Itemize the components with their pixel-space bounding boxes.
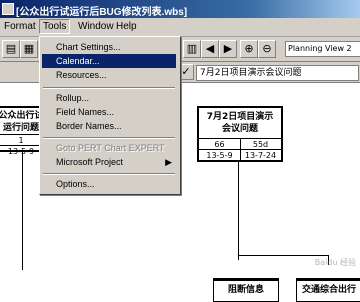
menu-item-label: Calendar... [56, 56, 100, 66]
node-center-title: 7月2日项目演示会议问题 [206, 112, 274, 134]
arrow-right-icon[interactable]: ▶ [219, 40, 237, 58]
node-center-start: 13-5-9 [199, 149, 241, 161]
submenu-arrow-icon: ▶ [165, 157, 172, 167]
node-center[interactable]: 7月2日项目演示会议问题 66 55d 13-5-9 13-7-24 [197, 106, 283, 162]
column-icon[interactable]: ▥ [183, 40, 201, 58]
menu-item-label: Chart Settings... [56, 42, 121, 52]
entry-field[interactable]: 7月2日项目演示会议问题 [196, 65, 359, 81]
connector-line [22, 150, 23, 270]
menu-item-chart-settings[interactable]: Chart Settings... [42, 40, 176, 54]
menu-item-label: Resources... [56, 70, 107, 80]
app-icon[interactable] [2, 3, 14, 15]
menu-item-field-names[interactable]: Field Names... [42, 105, 176, 119]
view-select[interactable]: Planning View 2 [285, 41, 360, 57]
menu-item-label: Options... [56, 179, 95, 189]
menu-separator [43, 137, 175, 139]
menu-item-rollup[interactable]: Rollup... [42, 91, 176, 105]
menu-item-label: Field Names... [56, 107, 115, 117]
menu-format[interactable]: Format [4, 21, 36, 32]
menu-item-label: Rollup... [56, 93, 90, 103]
title-bar: [公众出行试运行后BUG修改列表.wbs] [0, 0, 360, 18]
menu-item-options[interactable]: Options... [42, 177, 176, 191]
zoom-in-icon[interactable]: ⊕ [240, 40, 258, 58]
window-title: [公众出行试运行后BUG修改列表.wbs] [16, 7, 188, 18]
watermark: Baidu 经验 [314, 258, 356, 267]
menu-item-resources[interactable]: Resources... [42, 68, 176, 82]
menu-item-label: Goto PERT Chart EXPERT [56, 143, 165, 153]
menu-item-calendar[interactable]: Calendar... [42, 54, 176, 68]
zoom-out-icon[interactable]: ⊖ [258, 40, 276, 58]
menu-tools[interactable]: Tools [39, 19, 71, 34]
menu-item-border-names[interactable]: Border Names... [42, 119, 176, 133]
menu-separator [43, 87, 175, 89]
menu-item-microsoft-project[interactable]: Microsoft Project ▶ [42, 155, 176, 169]
node-left-title: 公众出行试运行问题 [0, 111, 44, 133]
print-icon[interactable]: ▤ [2, 40, 20, 58]
tools-menu: Chart Settings... Calendar... Resources.… [39, 36, 181, 195]
node-bottom-2[interactable]: 交通综合出行 [296, 278, 360, 302]
menu-item-goto-pert: Goto PERT Chart EXPERT [42, 141, 176, 155]
menu-window[interactable]: Window [78, 21, 114, 32]
menu-bar: Format Tools Window Help [0, 18, 360, 37]
node-center-finish: 13-7-24 [240, 149, 281, 161]
grid-icon[interactable]: ▦ [20, 40, 38, 58]
menu-separator [43, 173, 175, 175]
menu-help[interactable]: Help [116, 21, 137, 32]
menu-item-label: Border Names... [56, 121, 122, 131]
connector-line [238, 255, 328, 256]
connector-line [238, 160, 239, 260]
node-bottom-1[interactable]: 阻断信息 [213, 278, 279, 302]
arrow-left-icon[interactable]: ◀ [201, 40, 219, 58]
menu-item-label: Microsoft Project [56, 157, 124, 167]
